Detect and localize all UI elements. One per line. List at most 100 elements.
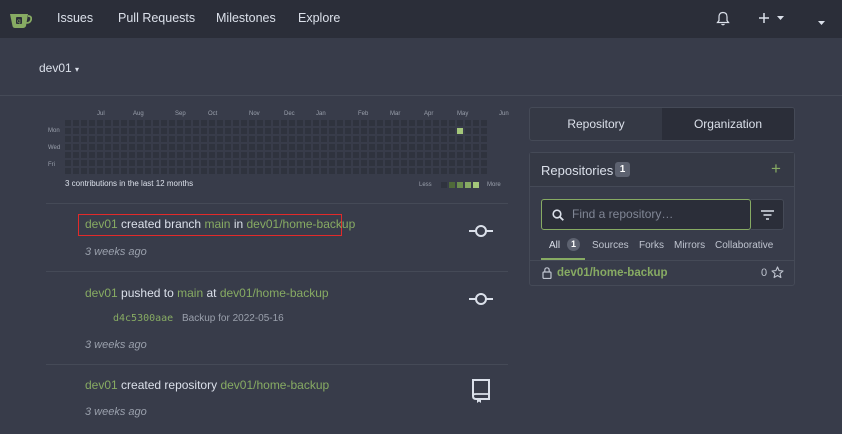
heatmap-cell[interactable] <box>209 144 215 150</box>
heatmap-cell[interactable] <box>401 136 407 142</box>
heatmap-cell[interactable] <box>97 152 103 158</box>
heatmap-cell[interactable] <box>337 160 343 166</box>
heatmap-cell[interactable] <box>297 128 303 134</box>
heatmap-cell[interactable] <box>329 144 335 150</box>
repo-name-link[interactable]: dev01/home-backup <box>557 267 668 279</box>
heatmap-cell[interactable] <box>321 152 327 158</box>
heatmap-cell[interactable] <box>385 144 391 150</box>
heatmap-cell[interactable] <box>121 144 127 150</box>
heatmap-cell[interactable] <box>393 128 399 134</box>
heatmap-cell[interactable] <box>441 160 447 166</box>
heatmap-cell[interactable] <box>193 128 199 134</box>
heatmap-cell[interactable] <box>225 152 231 158</box>
heatmap-cell[interactable] <box>129 136 135 142</box>
heatmap-cell[interactable] <box>401 128 407 134</box>
heatmap-cell[interactable] <box>377 128 383 134</box>
feed-user-link[interactable]: dev01 <box>85 217 118 231</box>
heatmap-cell[interactable] <box>113 152 119 158</box>
heatmap-cell[interactable] <box>145 168 151 174</box>
heatmap-cell[interactable] <box>81 168 87 174</box>
heatmap-cell[interactable] <box>177 152 183 158</box>
filter-button[interactable] <box>751 199 784 230</box>
heatmap-cell[interactable] <box>113 144 119 150</box>
heatmap-cell[interactable] <box>457 144 463 150</box>
heatmap-cell[interactable] <box>441 136 447 142</box>
feed-user-link[interactable]: dev01 <box>85 378 118 392</box>
heatmap-cell[interactable] <box>185 168 191 174</box>
heatmap-cell[interactable] <box>409 160 415 166</box>
heatmap-cell[interactable] <box>73 160 79 166</box>
heatmap-cell[interactable] <box>105 120 111 126</box>
heatmap-cell[interactable] <box>305 144 311 150</box>
heatmap-cell[interactable] <box>417 152 423 158</box>
bell-icon[interactable] <box>716 11 730 26</box>
heatmap-cell[interactable] <box>337 168 343 174</box>
heatmap-cell[interactable] <box>185 144 191 150</box>
heatmap-cell[interactable] <box>369 128 375 134</box>
heatmap-cell[interactable] <box>473 152 479 158</box>
heatmap-cell[interactable] <box>145 128 151 134</box>
heatmap-cell[interactable] <box>441 120 447 126</box>
heatmap-cell[interactable] <box>81 144 87 150</box>
heatmap-cell[interactable] <box>345 128 351 134</box>
feed-user-link[interactable]: dev01 <box>85 286 118 300</box>
heatmap-cell[interactable] <box>137 152 143 158</box>
heatmap-cell[interactable] <box>73 144 79 150</box>
heatmap-cell[interactable] <box>153 168 159 174</box>
heatmap-cell[interactable] <box>209 128 215 134</box>
heatmap-cell[interactable] <box>137 120 143 126</box>
heatmap-cell[interactable] <box>361 128 367 134</box>
heatmap-cell[interactable] <box>193 144 199 150</box>
heatmap-cell[interactable] <box>297 136 303 142</box>
heatmap-cell[interactable] <box>457 120 463 126</box>
heatmap-cell[interactable] <box>433 168 439 174</box>
heatmap-cell[interactable] <box>121 152 127 158</box>
heatmap-cell[interactable] <box>385 128 391 134</box>
heatmap-cell[interactable] <box>361 120 367 126</box>
heatmap-cell[interactable] <box>113 120 119 126</box>
heatmap-cell[interactable] <box>217 160 223 166</box>
heatmap-cell[interactable] <box>241 168 247 174</box>
heatmap-cell[interactable] <box>201 160 207 166</box>
heatmap-cell[interactable] <box>345 136 351 142</box>
heatmap-cell[interactable] <box>233 120 239 126</box>
heatmap-cell[interactable] <box>217 168 223 174</box>
heatmap-cell[interactable] <box>353 128 359 134</box>
heatmap-cell[interactable] <box>481 152 487 158</box>
heatmap-cell[interactable] <box>289 152 295 158</box>
heatmap-cell[interactable] <box>321 136 327 142</box>
chevron-down-icon[interactable] <box>777 16 784 21</box>
heatmap-cell[interactable] <box>465 136 471 142</box>
heatmap-cell[interactable] <box>161 128 167 134</box>
heatmap-cell[interactable] <box>161 144 167 150</box>
heatmap-cell[interactable] <box>225 136 231 142</box>
heatmap-cell[interactable] <box>257 152 263 158</box>
heatmap-cell[interactable] <box>177 168 183 174</box>
heatmap-cell[interactable] <box>129 128 135 134</box>
heatmap-cell[interactable] <box>81 120 87 126</box>
heatmap-cell[interactable] <box>169 136 175 142</box>
heatmap-cell[interactable] <box>361 168 367 174</box>
heatmap-cell[interactable] <box>481 136 487 142</box>
heatmap-cell[interactable] <box>225 128 231 134</box>
heatmap-cell[interactable] <box>265 120 271 126</box>
heatmap-cell[interactable] <box>385 120 391 126</box>
heatmap-cell[interactable] <box>217 152 223 158</box>
heatmap-cell[interactable] <box>225 120 231 126</box>
heatmap-cell[interactable] <box>281 160 287 166</box>
heatmap-cell[interactable] <box>281 120 287 126</box>
heatmap-cell[interactable] <box>97 128 103 134</box>
heatmap-cell[interactable] <box>289 120 295 126</box>
heatmap-cell[interactable] <box>233 168 239 174</box>
heatmap-cell[interactable] <box>209 120 215 126</box>
heatmap-cell[interactable] <box>153 136 159 142</box>
heatmap-cell[interactable] <box>129 168 135 174</box>
heatmap-cell[interactable] <box>137 128 143 134</box>
heatmap-cell[interactable] <box>313 168 319 174</box>
heatmap-cell[interactable] <box>145 152 151 158</box>
heatmap-cell[interactable] <box>265 152 271 158</box>
heatmap-cell[interactable] <box>313 136 319 142</box>
heatmap-cell[interactable] <box>113 168 119 174</box>
heatmap-cell[interactable] <box>377 160 383 166</box>
heatmap-cell[interactable] <box>241 144 247 150</box>
